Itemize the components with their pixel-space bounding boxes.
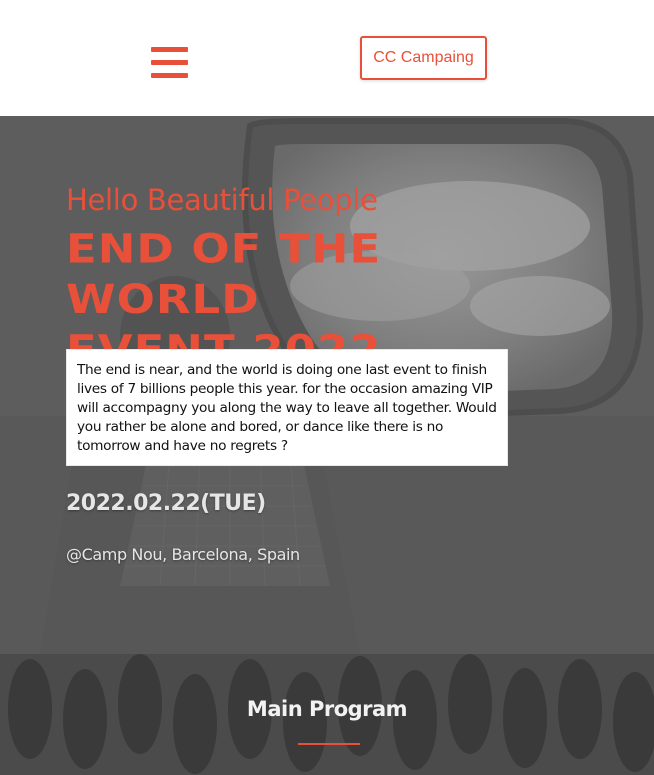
- event-date: 2022.02.22(TUE): [66, 491, 266, 516]
- section-title: Main Program: [246, 697, 408, 721]
- title-underline: [298, 743, 360, 745]
- hero-title-line: End of the World: [66, 224, 382, 323]
- event-description: The end is near, and the world is doing …: [77, 362, 497, 454]
- event-venue: @Camp Nou, Barcelona, Spain: [66, 545, 300, 564]
- hamburger-menu-icon[interactable]: [151, 47, 188, 78]
- brand-button[interactable]: CC Campaing: [360, 36, 487, 80]
- menu-bar: [151, 60, 188, 65]
- site-header: CC Campaing: [0, 0, 654, 116]
- main-program-section: Main Program: [0, 654, 654, 775]
- hero-subtitle: Hello Beautiful People: [66, 183, 378, 217]
- description-box: The end is near, and the world is doing …: [66, 349, 508, 466]
- menu-bar: [151, 73, 188, 78]
- menu-bar: [151, 47, 188, 52]
